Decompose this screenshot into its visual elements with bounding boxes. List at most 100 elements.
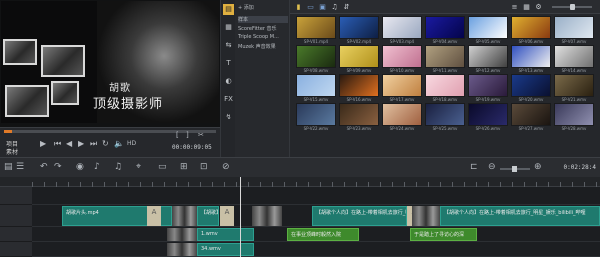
- media-thumbnail[interactable]: [511, 103, 551, 126]
- mark-out-icon[interactable]: ]: [186, 131, 189, 139]
- folder-icon[interactable]: ▮: [294, 3, 303, 11]
- prev-frame-icon[interactable]: ◀: [66, 139, 72, 148]
- photo-filter-icon[interactable]: ▣: [318, 3, 327, 11]
- media-thumbnail[interactable]: [511, 16, 551, 39]
- transition-icon[interactable]: ⇆: [223, 40, 234, 51]
- preview-timecode[interactable]: 00:00:09:05: [172, 144, 212, 151]
- media-thumbnail[interactable]: [554, 74, 594, 97]
- audio-filter-icon[interactable]: ♫: [330, 3, 339, 11]
- zoom-in-icon[interactable]: ⊕: [534, 162, 542, 172]
- media-thumbnail[interactable]: [554, 103, 594, 126]
- clip-huge[interactable]: 【胡歌】: [197, 206, 219, 226]
- media-thumbnail[interactable]: [425, 74, 465, 97]
- folder-item-muzek[interactable]: Muzek 声音效果: [238, 43, 276, 50]
- add-folder-button[interactable]: + 添加: [238, 4, 254, 11]
- fit-project-icon[interactable]: ⊏: [470, 162, 478, 172]
- track-empty[interactable]: [32, 187, 600, 205]
- media-thumbnail[interactable]: [339, 16, 379, 39]
- zoom-out-icon[interactable]: ⊖: [488, 162, 496, 172]
- multicam-icon[interactable]: ⊞: [180, 162, 188, 172]
- options-icon[interactable]: ⚙: [534, 3, 543, 11]
- folder-item-samples[interactable]: 样本: [238, 16, 288, 23]
- slider-handle[interactable]: [570, 4, 575, 10]
- instant-project-icon[interactable]: ▦: [223, 22, 234, 33]
- folder-item-triple-scoop[interactable]: Triple Scoop M...: [238, 34, 279, 40]
- timeline-playhead[interactable]: [240, 177, 241, 257]
- auto-music-icon[interactable]: ♫: [114, 162, 122, 172]
- zoom-slider[interactable]: [500, 166, 530, 172]
- media-thumbnail[interactable]: [425, 45, 465, 68]
- overlay-thumb-1[interactable]: [167, 228, 197, 241]
- media-thumbnail[interactable]: [339, 45, 379, 68]
- undo-icon[interactable]: ↶: [40, 162, 48, 172]
- folder-item-scorefitter[interactable]: ScoreFitter 音乐: [238, 25, 277, 32]
- record-icon[interactable]: ◉: [76, 162, 84, 172]
- media-thumbnail[interactable]: [382, 16, 422, 39]
- clip-thumb-1[interactable]: [172, 206, 197, 226]
- title-clip-2[interactable]: 于是踏上了寻访心的深: [410, 228, 477, 241]
- sort-icon[interactable]: ⇵: [342, 3, 351, 11]
- clip-travel-1[interactable]: 【胡歌个人向】在路上-带着相机去旅行_明星_娱乐_bilibili: [312, 206, 407, 226]
- motion-tracking-icon[interactable]: ⌖: [136, 162, 141, 172]
- path-icon[interactable]: ↯: [223, 112, 234, 123]
- clip-mode-label[interactable]: 素材: [6, 147, 18, 156]
- media-thumbnail[interactable]: [511, 74, 551, 97]
- media-thumbnail[interactable]: [382, 45, 422, 68]
- clip-thumb-3[interactable]: [412, 206, 440, 226]
- split-icon[interactable]: ✂: [198, 131, 204, 139]
- track-video[interactable]: 胡歌片头.mp4 A 【胡歌】 A 【胡歌个人向】在路上-带着相机去旅行_明星_…: [32, 205, 600, 227]
- volume-icon[interactable]: 🔈: [114, 139, 124, 148]
- storyboard-view-icon[interactable]: ▤: [4, 162, 13, 172]
- mark-in-icon[interactable]: [: [176, 131, 179, 139]
- clip-thumb-2[interactable]: [252, 206, 282, 226]
- timeline-ruler[interactable]: [0, 177, 600, 187]
- filter-icon[interactable]: FX: [223, 94, 234, 105]
- media-thumbnail[interactable]: [554, 45, 594, 68]
- scrubber-bar[interactable]: [4, 130, 216, 133]
- media-thumbnail[interactable]: [425, 16, 465, 39]
- video-filter-icon[interactable]: ▭: [306, 3, 315, 11]
- media-thumbnail[interactable]: [468, 45, 508, 68]
- media-thumbnail[interactable]: [296, 74, 336, 97]
- list-view-icon[interactable]: ≡: [510, 3, 519, 11]
- split-screen-icon[interactable]: ⊡: [200, 162, 208, 172]
- track-overlay-2[interactable]: 34.wmv: [32, 242, 600, 257]
- title-clip-1[interactable]: 在事业顶峰时毅然入院: [287, 228, 359, 241]
- track-header-video[interactable]: [0, 205, 32, 227]
- media-thumbnail[interactable]: [468, 103, 508, 126]
- repeat-icon[interactable]: ↻: [102, 139, 109, 148]
- redo-icon[interactable]: ↷: [54, 162, 62, 172]
- sound-mixer-icon[interactable]: ♪: [94, 162, 100, 172]
- hd-toggle[interactable]: HD: [127, 140, 136, 147]
- end-icon[interactable]: ⏭: [90, 139, 97, 149]
- media-thumbnail[interactable]: [468, 74, 508, 97]
- track-header-all[interactable]: [0, 187, 32, 205]
- media-thumbnail[interactable]: [511, 45, 551, 68]
- media-thumbnail[interactable]: [296, 45, 336, 68]
- overlay-clip-2[interactable]: 34.wmv: [197, 243, 254, 256]
- media-thumbnail[interactable]: [296, 103, 336, 126]
- overlay-clip-1[interactable]: 1.wmv: [197, 228, 254, 241]
- subtitle-editor-icon[interactable]: ▭: [158, 162, 167, 172]
- media-thumbnail[interactable]: [554, 16, 594, 39]
- media-thumbnail[interactable]: [382, 103, 422, 126]
- track-header-overlay-2[interactable]: [0, 242, 32, 257]
- media-thumbnail[interactable]: [382, 74, 422, 97]
- transition-b[interactable]: A: [220, 206, 234, 226]
- media-thumbnail[interactable]: [468, 16, 508, 39]
- title-icon[interactable]: T: [223, 58, 234, 69]
- next-frame-icon[interactable]: ▶: [78, 139, 84, 148]
- timeline-view-icon[interactable]: ☰: [16, 162, 24, 172]
- media-thumbnail[interactable]: [296, 16, 336, 39]
- mask-icon[interactable]: ⊘: [222, 162, 230, 172]
- play-icon[interactable]: ▶: [40, 139, 46, 148]
- media-thumbnail[interactable]: [339, 103, 379, 126]
- media-thumbnail[interactable]: [425, 103, 465, 126]
- transition-a[interactable]: A: [147, 206, 161, 226]
- grid-view-icon[interactable]: ▦: [522, 3, 531, 11]
- zoom-slider-handle[interactable]: [512, 166, 517, 172]
- clip-travel-2[interactable]: 【胡歌个人向】在路上-带着相机去旅行_明星_娱乐_bilibili_哔哩: [440, 206, 600, 226]
- graphic-icon[interactable]: ◐: [223, 76, 234, 87]
- home-icon[interactable]: ⏮: [54, 139, 61, 149]
- media-thumbnail[interactable]: [339, 74, 379, 97]
